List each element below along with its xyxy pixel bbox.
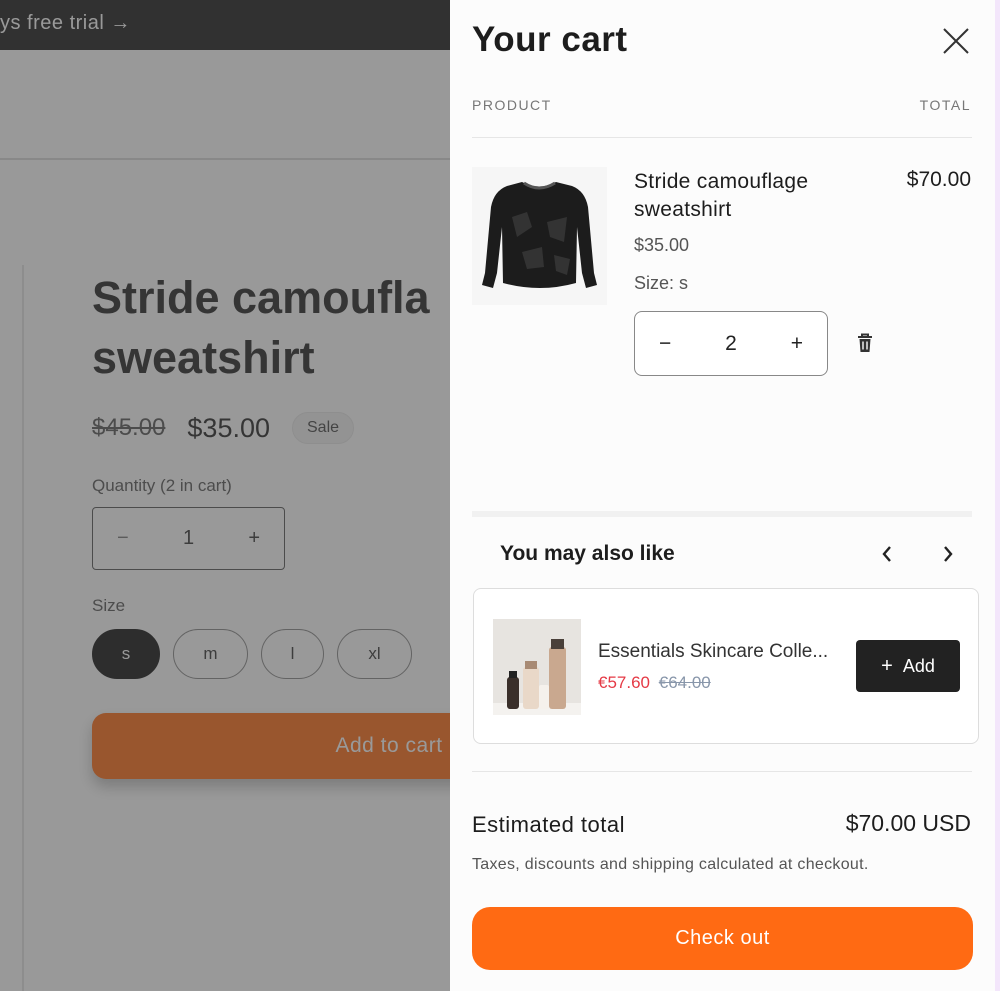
recommendations-divider bbox=[472, 511, 972, 517]
product-price-row: $45.00 $35.00 Sale bbox=[92, 410, 355, 446]
totals-divider bbox=[472, 771, 972, 772]
cart-item-name[interactable]: Stride camouflage sweatshirt bbox=[634, 168, 864, 224]
plus-icon: + bbox=[881, 654, 893, 677]
size-option-l[interactable]: l bbox=[261, 629, 324, 679]
chevron-right-icon[interactable] bbox=[936, 541, 960, 567]
recommendation-image[interactable] bbox=[493, 619, 581, 715]
recommendation-name[interactable]: Essentials Skincare Colle... bbox=[598, 641, 838, 663]
recommendation-card[interactable]: Essentials Skincare Colle... €57.60 €64.… bbox=[473, 588, 979, 744]
quantity-label: Quantity (2 in cart) bbox=[92, 476, 232, 495]
announcement-text[interactable]: ys free trial → bbox=[0, 12, 131, 35]
quantity-value[interactable]: 1 bbox=[183, 527, 194, 550]
sale-price: $35.00 bbox=[187, 412, 270, 443]
estimated-total-value: $70.00 USD bbox=[845, 810, 971, 836]
add-to-cart-button[interactable]: Add to cart bbox=[92, 713, 512, 779]
add-to-cart-label: Add to cart bbox=[335, 734, 443, 757]
cart-quantity-plus-button[interactable]: + bbox=[791, 332, 803, 356]
cart-title: Your cart bbox=[472, 20, 628, 59]
quantity-minus-button[interactable]: − bbox=[117, 527, 129, 550]
size-option-xl[interactable]: xl bbox=[337, 629, 412, 679]
cart-item-price: $35.00 bbox=[634, 235, 690, 255]
compare-price: $45.00 bbox=[92, 414, 166, 441]
recommendation-price-row: €57.60 €64.00 bbox=[598, 673, 711, 693]
close-icon[interactable] bbox=[940, 25, 972, 57]
recommendation-compare-price: €64.00 bbox=[658, 673, 711, 692]
recommendations-title: You may also like bbox=[500, 542, 675, 565]
cart-item-total: $70.00 bbox=[906, 168, 971, 191]
cart-quantity-minus-button[interactable]: − bbox=[659, 332, 671, 356]
recommendation-add-label: Add bbox=[902, 655, 935, 676]
scrollbar-edge bbox=[995, 0, 1000, 991]
size-option-m[interactable]: m bbox=[173, 629, 248, 679]
recommendation-add-button[interactable]: + Add bbox=[856, 640, 960, 692]
sale-badge: Sale bbox=[292, 412, 355, 444]
cart-quantity-stepper: − 2 + bbox=[634, 311, 828, 376]
cart-drawer: Your cart PRODUCT TOTAL Stride camouflag… bbox=[450, 0, 995, 991]
tax-note: Taxes, discounts and shipping calculated… bbox=[472, 856, 869, 873]
chevron-left-icon[interactable] bbox=[875, 541, 899, 567]
recommendation-sale-price: €57.60 bbox=[598, 673, 650, 692]
product-title: Stride camoufla sweatshirt bbox=[92, 272, 430, 383]
cart-item-image[interactable] bbox=[472, 167, 607, 305]
cart-item-size: Size: s bbox=[634, 273, 689, 293]
header-divider bbox=[0, 158, 450, 160]
header-divider bbox=[472, 137, 972, 138]
trash-icon[interactable] bbox=[855, 332, 875, 354]
quantity-stepper: − 1 + bbox=[92, 507, 285, 570]
content-divider bbox=[22, 265, 24, 991]
checkout-button[interactable]: Check out bbox=[472, 907, 973, 970]
estimated-total-label: Estimated total bbox=[472, 812, 626, 837]
size-options: s m l xl bbox=[92, 629, 412, 679]
column-header-total: TOTAL bbox=[919, 97, 971, 113]
size-label: Size bbox=[92, 596, 126, 615]
size-option-s[interactable]: s bbox=[92, 629, 160, 679]
cart-quantity-value[interactable]: 2 bbox=[725, 332, 737, 356]
column-header-product: PRODUCT bbox=[472, 97, 552, 113]
quantity-plus-button[interactable]: + bbox=[248, 527, 260, 550]
